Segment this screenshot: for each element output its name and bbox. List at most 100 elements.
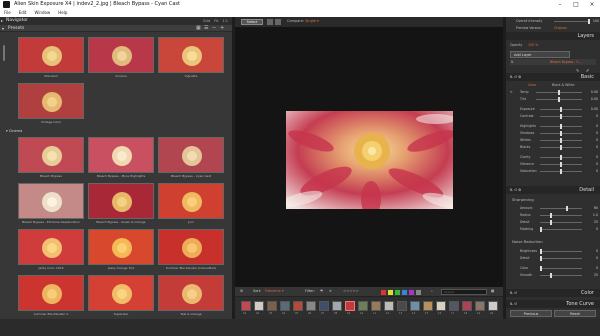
nav-fit-button[interactable]: Fit	[214, 17, 218, 25]
filmstrip-thumb[interactable]	[449, 301, 459, 311]
filmstrip-thumb[interactable]	[254, 301, 264, 311]
masking-slider[interactable]	[540, 227, 582, 232]
detail-slider[interactable]	[540, 220, 582, 225]
preview-dropdown[interactable]: Original	[554, 26, 566, 30]
yellow-label-filter[interactable]	[388, 290, 393, 295]
previous-button[interactable]: Previous	[510, 310, 552, 317]
add-layer-button[interactable]: Add Layer	[510, 51, 570, 58]
slider-knob[interactable]	[558, 90, 560, 95]
search-input[interactable]: Search	[441, 289, 487, 295]
star-filter[interactable]: ☆☆☆☆☆	[343, 289, 359, 293]
settings-icon[interactable]: ⚙	[240, 289, 243, 293]
opacity-value[interactable]: 100 %	[528, 43, 538, 47]
close-icon[interactable]: ×	[584, 0, 600, 9]
preset-tile[interactable]: Bleach Bypass - Cyan Cast	[158, 137, 224, 181]
filmstrip-thumb[interactable]	[319, 301, 329, 311]
temp-slider[interactable]	[536, 90, 582, 95]
slider-knob[interactable]	[540, 266, 542, 271]
menu-edit[interactable]: Edit	[19, 9, 27, 17]
layer-row[interactable]: ⇅ Bleach Bypass - C...	[510, 59, 596, 65]
minimize-icon[interactable]: –	[552, 0, 568, 9]
plus-icon[interactable]: +	[220, 26, 225, 31]
preset-tile[interactable]: Bleach Bypass - Extreme Desaturation	[18, 183, 84, 227]
nav-1to1-button[interactable]: 1:1	[222, 17, 228, 25]
slider-knob[interactable]	[566, 206, 568, 211]
preset-tile[interactable]: Jazzy Color 2016	[18, 229, 84, 273]
slider-knob[interactable]	[540, 227, 542, 232]
filmstrip-thumb[interactable]	[397, 301, 407, 311]
slider-knob[interactable]	[560, 169, 562, 174]
preset-tile[interactable]: Vignette	[158, 37, 224, 81]
brightness-slider[interactable]	[540, 249, 582, 254]
preset-tile[interactable]: Jovi	[158, 183, 224, 227]
bw-tab[interactable]: Black & White	[552, 83, 574, 87]
filmstrip-thumb[interactable]	[475, 301, 485, 311]
slider-knob[interactable]	[560, 145, 562, 150]
green-label-filter[interactable]	[395, 290, 400, 295]
saturation-slider[interactable]	[540, 169, 582, 174]
reject-icon[interactable]: ✕	[329, 289, 332, 293]
preset-tile[interactable]: Bleach Bypass - More Highlights	[88, 137, 154, 181]
filmstrip-thumb[interactable]	[280, 301, 290, 311]
grid-toggle-icon[interactable]: ▦	[491, 289, 494, 293]
amount-slider[interactable]	[540, 206, 582, 211]
search-icon[interactable]: ⌕	[431, 289, 433, 293]
exposure-slider[interactable]	[540, 107, 582, 112]
view-tab-select[interactable]: Select	[241, 19, 263, 25]
menu-help[interactable]: Help	[58, 9, 67, 17]
filmstrip-thumb[interactable]	[241, 301, 251, 311]
blue-label-filter[interactable]	[402, 290, 407, 295]
nav-grid-button[interactable]: Grid	[203, 17, 210, 25]
presets-header[interactable]: ▾ Presets ▦ ☰ − +	[0, 25, 232, 32]
menu-file[interactable]: File	[4, 9, 11, 17]
compare-control[interactable]: Compare: Single ▾	[287, 19, 319, 23]
compare-value[interactable]: Single ▾	[305, 19, 319, 23]
filmstrip-thumb[interactable]	[293, 301, 303, 311]
preset-tile[interactable]: Standard	[18, 37, 84, 81]
purple-label-filter[interactable]	[409, 290, 414, 295]
grid-view-icon[interactable]	[267, 19, 273, 25]
whites-slider[interactable]	[540, 138, 582, 143]
preset-tile[interactable]: Bleach Bypass - Green & Orange	[88, 183, 154, 227]
preset-tile[interactable]: Jazzy Orange Tint	[88, 229, 154, 273]
navigator-header[interactable]: ▸ Navigator Grid Fit 1:1	[0, 17, 232, 25]
layers-header[interactable]: Layers	[506, 32, 600, 40]
filmstrip-thumb-selected[interactable]	[345, 301, 355, 311]
scrollbar[interactable]	[3, 45, 5, 61]
color-tab[interactable]: Color	[528, 83, 536, 87]
menu-window[interactable]: Window	[34, 9, 50, 17]
shadows-slider[interactable]	[540, 131, 582, 136]
preset-tile[interactable]: Vintage Color	[18, 83, 84, 127]
list-view-icon[interactable]: ☰	[204, 26, 209, 31]
filmstrip-thumb[interactable]	[436, 301, 446, 311]
smooth-slider[interactable]	[540, 273, 582, 278]
slider-knob[interactable]	[560, 155, 562, 160]
preset-tile[interactable]: Superstar	[88, 275, 154, 319]
slider-knob[interactable]	[560, 162, 562, 167]
detail-header[interactable]: ⇅ ↺ ⚙ Detail	[506, 186, 600, 194]
filmstrip-thumb[interactable]	[423, 301, 433, 311]
blacks-slider[interactable]	[540, 145, 582, 150]
filmstrip-thumb[interactable]	[358, 301, 368, 311]
slider-knob[interactable]	[540, 256, 542, 261]
slider-knob[interactable]	[560, 124, 562, 129]
section-header-cinema[interactable]: ▾ Cinema	[6, 129, 22, 133]
slider-knob[interactable]	[560, 107, 562, 112]
eyedropper-icon[interactable]: ✒	[510, 90, 513, 94]
filmstrip-thumb[interactable]	[488, 301, 498, 311]
highlights-slider[interactable]	[540, 124, 582, 129]
color-panel-header[interactable]: ⇅ ↺ Color	[506, 289, 600, 297]
maximize-icon[interactable]: □	[568, 0, 584, 9]
grid-view-icon[interactable]: ▦	[196, 26, 201, 31]
noise-color-slider[interactable]	[540, 266, 582, 271]
radius-slider[interactable]	[540, 213, 582, 218]
slider-knob[interactable]	[550, 220, 552, 225]
tone-curve-header[interactable]: ⇅ ↺ Tone Curve	[506, 300, 600, 308]
collapse-icon[interactable]: ▸	[1, 17, 3, 25]
clarity-slider[interactable]	[540, 155, 582, 160]
filmstrip-thumb[interactable]	[267, 301, 277, 311]
basic-header[interactable]: ⇅ ↺ ⚙ Basic	[506, 73, 600, 81]
slider-knob[interactable]	[550, 273, 552, 278]
preset-tile[interactable]: Cinema	[88, 37, 154, 81]
tint-slider[interactable]	[536, 97, 582, 102]
